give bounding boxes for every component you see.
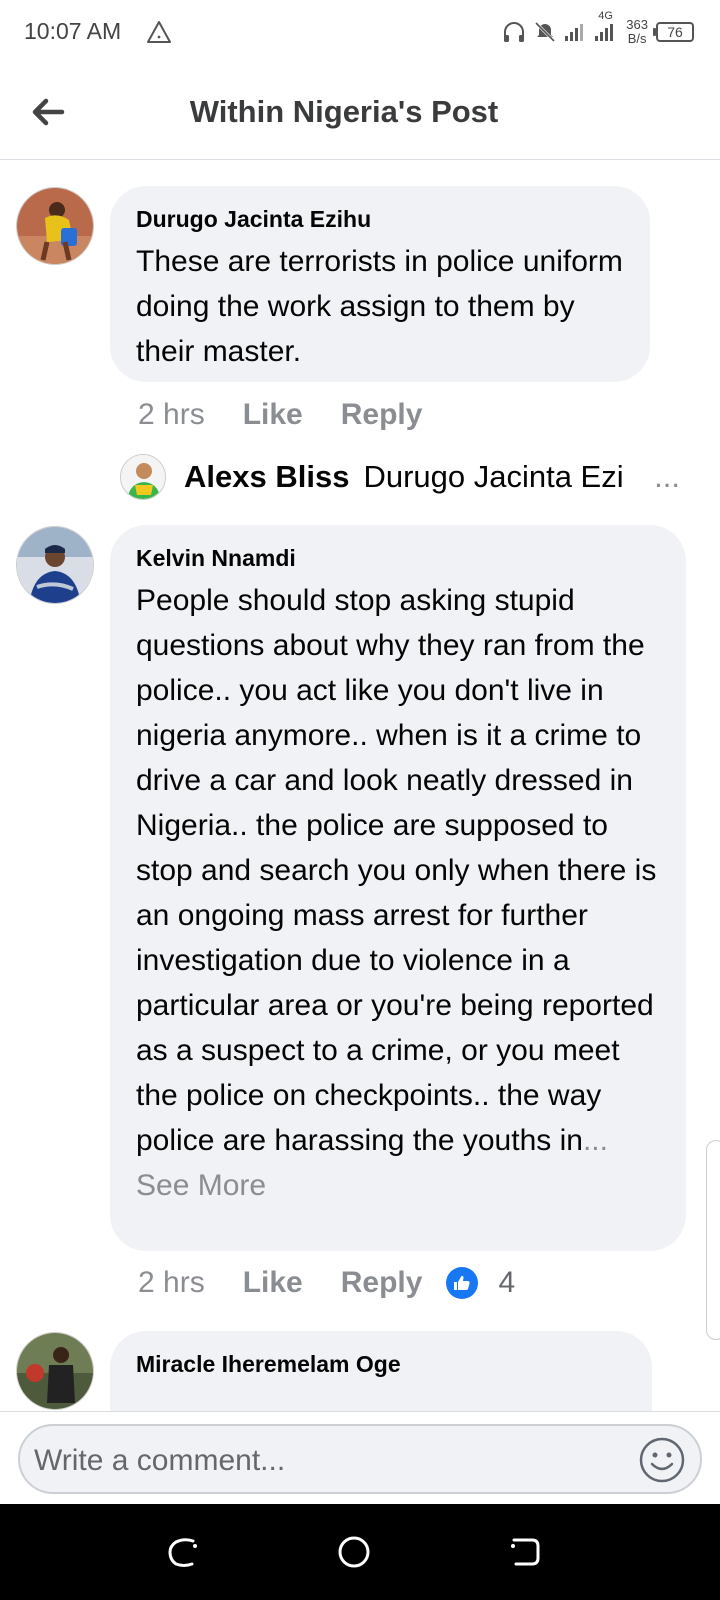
comment-text: These are terrorists in police uniform d…: [136, 245, 623, 368]
avatar[interactable]: [16, 1332, 94, 1410]
avatar[interactable]: [16, 187, 94, 265]
comment-time[interactable]: 2 hrs: [138, 1266, 205, 1300]
header: Within Nigeria's Post: [0, 64, 720, 160]
recent-apps-icon[interactable]: [166, 1534, 202, 1570]
battery-icon: 76: [653, 22, 694, 42]
status-bar: 10:07 AM 4G 363 B/s 76: [0, 0, 720, 64]
reply-button[interactable]: Reply: [341, 1266, 423, 1300]
warning-icon: [147, 21, 171, 43]
headset-icon: [504, 22, 525, 42]
reply-author[interactable]: Alexs Bliss: [184, 459, 349, 495]
status-time: 10:07 AM: [24, 18, 122, 44]
scroll-handle[interactable]: [706, 1140, 720, 1340]
comment-author[interactable]: Durugo Jacinta Ezihu: [136, 206, 624, 233]
home-icon[interactable]: [336, 1534, 372, 1570]
like-button[interactable]: Like: [243, 398, 303, 432]
back-nav-icon[interactable]: [506, 1534, 542, 1570]
smiley-icon[interactable]: [638, 1436, 686, 1484]
muted-bell-icon: [535, 21, 556, 43]
reply-ellipsis: ...: [654, 459, 680, 494]
comment-bubble[interactable]: Durugo Jacinta Ezihu These are terrorist…: [110, 186, 650, 382]
reaction-count[interactable]: 4: [498, 1266, 515, 1300]
comment-bubble[interactable]: Kelvin Nnamdi People should stop asking …: [110, 525, 686, 1251]
avatar[interactable]: [16, 526, 94, 604]
comment-actions: 2 hrs Like Reply: [138, 398, 422, 432]
comment-composer: Write a comment...: [0, 1411, 720, 1504]
reply-avatar-image: [121, 455, 165, 499]
thumbs-up-icon[interactable]: [446, 1267, 479, 1299]
comment-placeholder: Write a comment...: [34, 1444, 286, 1477]
signal-icon-2: [595, 24, 614, 41]
like-button[interactable]: Like: [243, 1266, 303, 1300]
network-speed: 363 B/s: [626, 17, 648, 46]
reply-snippet: Durugo Jacinta Ezi: [363, 459, 624, 494]
comment-author[interactable]: Miracle Iheremelam Oge: [136, 1351, 626, 1378]
comment-author[interactable]: Kelvin Nnamdi: [136, 545, 660, 572]
reply-button[interactable]: Reply: [341, 398, 423, 432]
signal-icon: [565, 24, 584, 41]
comment-input[interactable]: Write a comment...: [18, 1424, 702, 1494]
page-title: Within Nigeria's Post: [189, 94, 499, 129]
avatar-image: [17, 1333, 93, 1409]
reply-avatar[interactable]: [120, 454, 166, 500]
comment-bubble[interactable]: Miracle Iheremelam Oge: [110, 1331, 652, 1411]
status-indicators: 4G 363 B/s 76: [502, 10, 694, 50]
comment-text: People should stop asking stupid questio…: [136, 578, 660, 1208]
avatar-image: [17, 527, 93, 603]
comment-time[interactable]: 2 hrs: [138, 398, 205, 432]
avatar-image: [17, 188, 93, 264]
comments-feed[interactable]: Durugo Jacinta Ezihu These are terrorist…: [0, 160, 720, 1411]
comment-body: People should stop asking stupid questio…: [136, 584, 657, 1157]
network-type: 4G: [598, 10, 613, 22]
comment-actions: 2 hrs Like Reply 4: [138, 1266, 515, 1300]
system-navigation-bar: [0, 1504, 720, 1600]
reply-preview[interactable]: Alexs Bliss Durugo Jacinta Ezi ...: [120, 452, 680, 502]
